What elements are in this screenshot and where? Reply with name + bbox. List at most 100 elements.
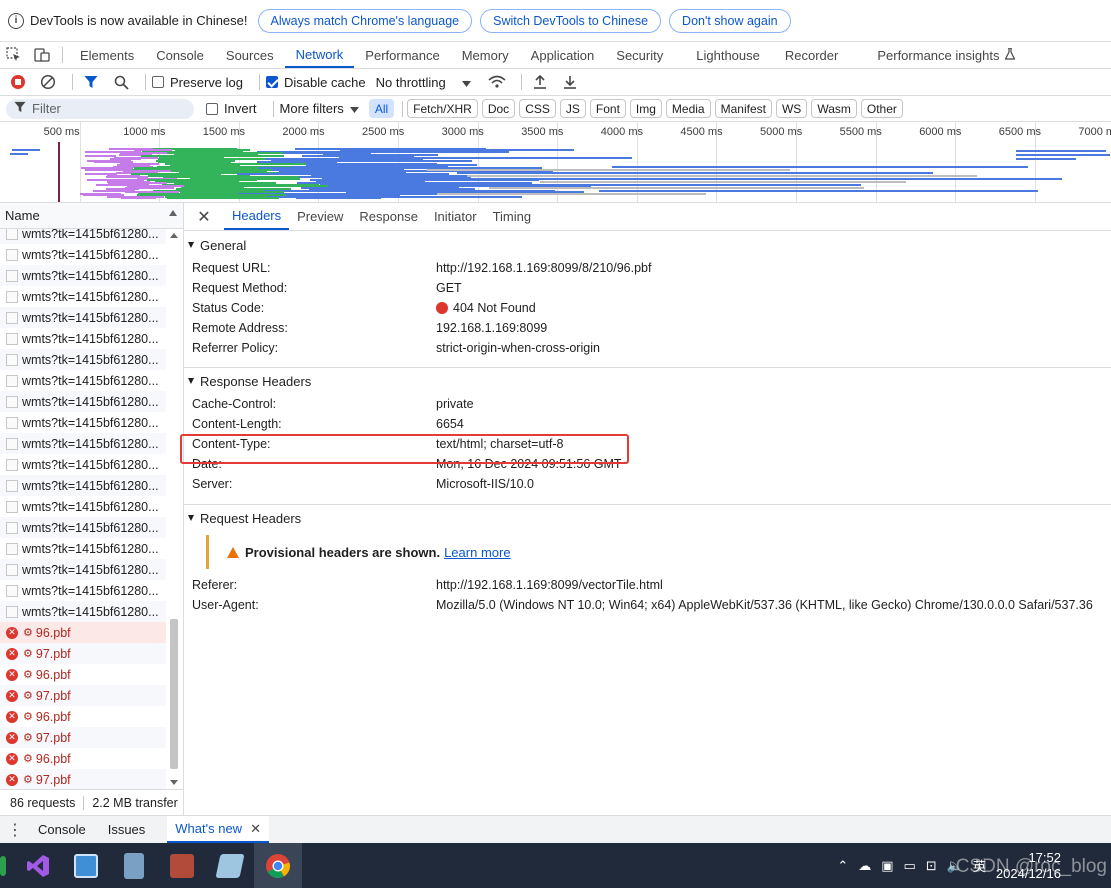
filter-funnel-icon[interactable] [79, 70, 103, 94]
request-row[interactable]: wmts?tk=1415bf61280... [0, 517, 166, 538]
type-filter-css[interactable]: CSS [519, 99, 556, 118]
tab-preview[interactable]: Preview [289, 203, 351, 230]
disable-cache-checkbox[interactable]: Disable cache [265, 75, 366, 90]
type-filter-font[interactable]: Font [589, 99, 626, 118]
type-filter-fetch-xhr[interactable]: Fetch/XHR [407, 99, 478, 118]
type-filter-ws[interactable]: WS [775, 99, 808, 118]
tab-lighthouse[interactable]: Lighthouse [674, 42, 771, 68]
throttling-select[interactable]: No throttling [376, 75, 471, 90]
close-tab-icon[interactable]: ✕ [250, 821, 261, 837]
request-row[interactable]: wmts?tk=1415bf61280... [0, 475, 166, 496]
tray-expand-chevron-icon[interactable]: ⌃ [837, 858, 848, 874]
disable-cache-box[interactable] [265, 76, 278, 88]
scroll-up-arrow-icon[interactable] [170, 233, 178, 238]
request-row[interactable]: ✕ ⚙ 97.pbf [0, 727, 166, 748]
request-row[interactable]: wmts?tk=1415bf61280... [0, 454, 166, 475]
tab-memory[interactable]: Memory [451, 42, 520, 68]
request-row[interactable]: wmts?tk=1415bf61280... [0, 580, 166, 601]
control-panel-app-icon[interactable] [62, 843, 110, 888]
request-row[interactable]: wmts?tk=1415bf61280... [0, 538, 166, 559]
general-section-toggle[interactable]: General [184, 232, 1111, 258]
request-row[interactable]: wmts?tk=1415bf61280... [0, 496, 166, 517]
request-list-scrollbar[interactable] [168, 229, 180, 789]
tab-performance[interactable]: Performance [354, 42, 450, 68]
type-filter-media[interactable]: Media [665, 99, 711, 118]
tab-response[interactable]: Response [351, 203, 426, 230]
tab-initiator[interactable]: Initiator [426, 203, 485, 230]
battery-icon[interactable]: ▭ [904, 858, 916, 874]
device-toolbar-icon[interactable] [28, 42, 56, 68]
request-row[interactable]: wmts?tk=1415bf61280... [0, 328, 166, 349]
request-row[interactable]: wmts?tk=1415bf61280... [0, 286, 166, 307]
tab-security[interactable]: Security [605, 42, 674, 68]
tab-recorder[interactable]: Recorder [771, 42, 849, 68]
invert-box[interactable] [206, 102, 218, 115]
request-row[interactable]: wmts?tk=1415bf61280... [0, 391, 166, 412]
request-row[interactable]: wmts?tk=1415bf61280... [0, 412, 166, 433]
request-row[interactable]: wmts?tk=1415bf61280... [0, 601, 166, 622]
type-filter-other[interactable]: Other [860, 99, 903, 118]
request-row[interactable]: wmts?tk=1415bf61280... [0, 265, 166, 286]
visual-studio-app-icon[interactable] [14, 843, 62, 888]
response-headers-section-toggle[interactable]: Response Headers [184, 368, 1111, 394]
tab-console[interactable]: Console [145, 42, 215, 68]
scroll-down-arrow-icon[interactable] [170, 780, 178, 785]
request-row[interactable]: ✕ ⚙ 97.pbf [0, 685, 166, 706]
spreadsheet-app-icon[interactable] [0, 855, 6, 876]
chrome-app-icon[interactable] [254, 843, 302, 888]
network-icon[interactable]: ⊡ [926, 858, 937, 874]
type-filter-all[interactable]: All [368, 99, 395, 118]
tab-sources[interactable]: Sources [215, 42, 285, 68]
scrollbar-thumb[interactable] [170, 619, 178, 769]
clear-icon[interactable] [36, 70, 60, 94]
inspect-element-icon[interactable] [0, 42, 28, 68]
preserve-log-box[interactable] [152, 76, 164, 88]
network-overview-timeline[interactable]: 500 ms 1000 ms 1500 ms 2000 ms 2500 ms 3000 m… [0, 122, 1111, 203]
search-icon[interactable] [109, 70, 133, 94]
request-row[interactable]: wmts?tk=1415bf61280... [0, 244, 166, 265]
type-filter-doc[interactable]: Doc [481, 99, 516, 118]
tab-network[interactable]: Network [284, 42, 355, 68]
file-server-app-icon[interactable] [110, 843, 158, 888]
request-row[interactable]: ✕ ⚙ 96.pbf [0, 706, 166, 727]
request-row[interactable]: ✕ ⚙ 96.pbf [0, 748, 166, 769]
type-filter-wasm[interactable]: Wasm [811, 99, 857, 118]
record-stop-icon[interactable] [6, 70, 30, 94]
network-conditions-wifi-icon[interactable] [485, 70, 509, 94]
request-row[interactable]: ✕ ⚙ 97.pbf [0, 643, 166, 664]
export-har-download-icon[interactable] [558, 70, 582, 94]
tab-elements[interactable]: Elements [69, 42, 145, 68]
dont-show-again-button[interactable]: Don't show again [669, 8, 791, 33]
close-details-icon[interactable]: ✕ [184, 203, 224, 230]
tab-headers[interactable]: Headers [224, 203, 290, 230]
drawer-tab-issues[interactable]: Issues [100, 816, 154, 843]
type-filter-img[interactable]: Img [629, 99, 662, 118]
request-row[interactable]: wmts?tk=1415bf61280... [0, 559, 166, 580]
drawer-tab-console[interactable]: Console [30, 816, 94, 843]
device-icon[interactable]: ▣ [881, 858, 893, 874]
tab-performance-insights[interactable]: Performance insights [849, 42, 1026, 68]
onedrive-cloud-icon[interactable]: ☁ [858, 858, 871, 874]
request-row[interactable]: wmts?tk=1415bf61280... [0, 307, 166, 328]
preserve-log-checkbox[interactable]: Preserve log [152, 75, 243, 90]
type-filter-manifest[interactable]: Manifest [714, 99, 772, 118]
tab-timing[interactable]: Timing [485, 203, 540, 230]
request-row[interactable]: wmts?tk=1415bf61280... [0, 433, 166, 454]
notepad-app-icon[interactable] [206, 843, 254, 888]
request-headers-section-toggle[interactable]: Request Headers [184, 505, 1111, 531]
installer-app-icon[interactable] [158, 843, 206, 888]
more-options-kebab-icon[interactable]: ⋮ [0, 816, 30, 843]
import-har-upload-icon[interactable] [528, 70, 552, 94]
request-row[interactable]: wmts?tk=1415bf61280... [0, 370, 166, 391]
request-row[interactable]: wmts?tk=1415bf61280... [0, 349, 166, 370]
type-filter-js[interactable]: JS [559, 99, 586, 118]
switch-to-chinese-button[interactable]: Switch DevTools to Chinese [480, 8, 662, 33]
more-filters-dropdown[interactable]: More filters [280, 101, 359, 116]
name-column-header[interactable]: Name [0, 203, 183, 229]
request-row[interactable]: ✕ ⚙ 96.pbf [0, 664, 166, 685]
always-match-language-button[interactable]: Always match Chrome's language [257, 8, 473, 33]
learn-more-link[interactable]: Learn more [444, 545, 510, 560]
drawer-tab-whats-new[interactable]: What's new ✕ [167, 816, 269, 843]
tab-application[interactable]: Application [520, 42, 606, 68]
request-row[interactable]: ✕ ⚙ 97.pbf [0, 769, 166, 789]
